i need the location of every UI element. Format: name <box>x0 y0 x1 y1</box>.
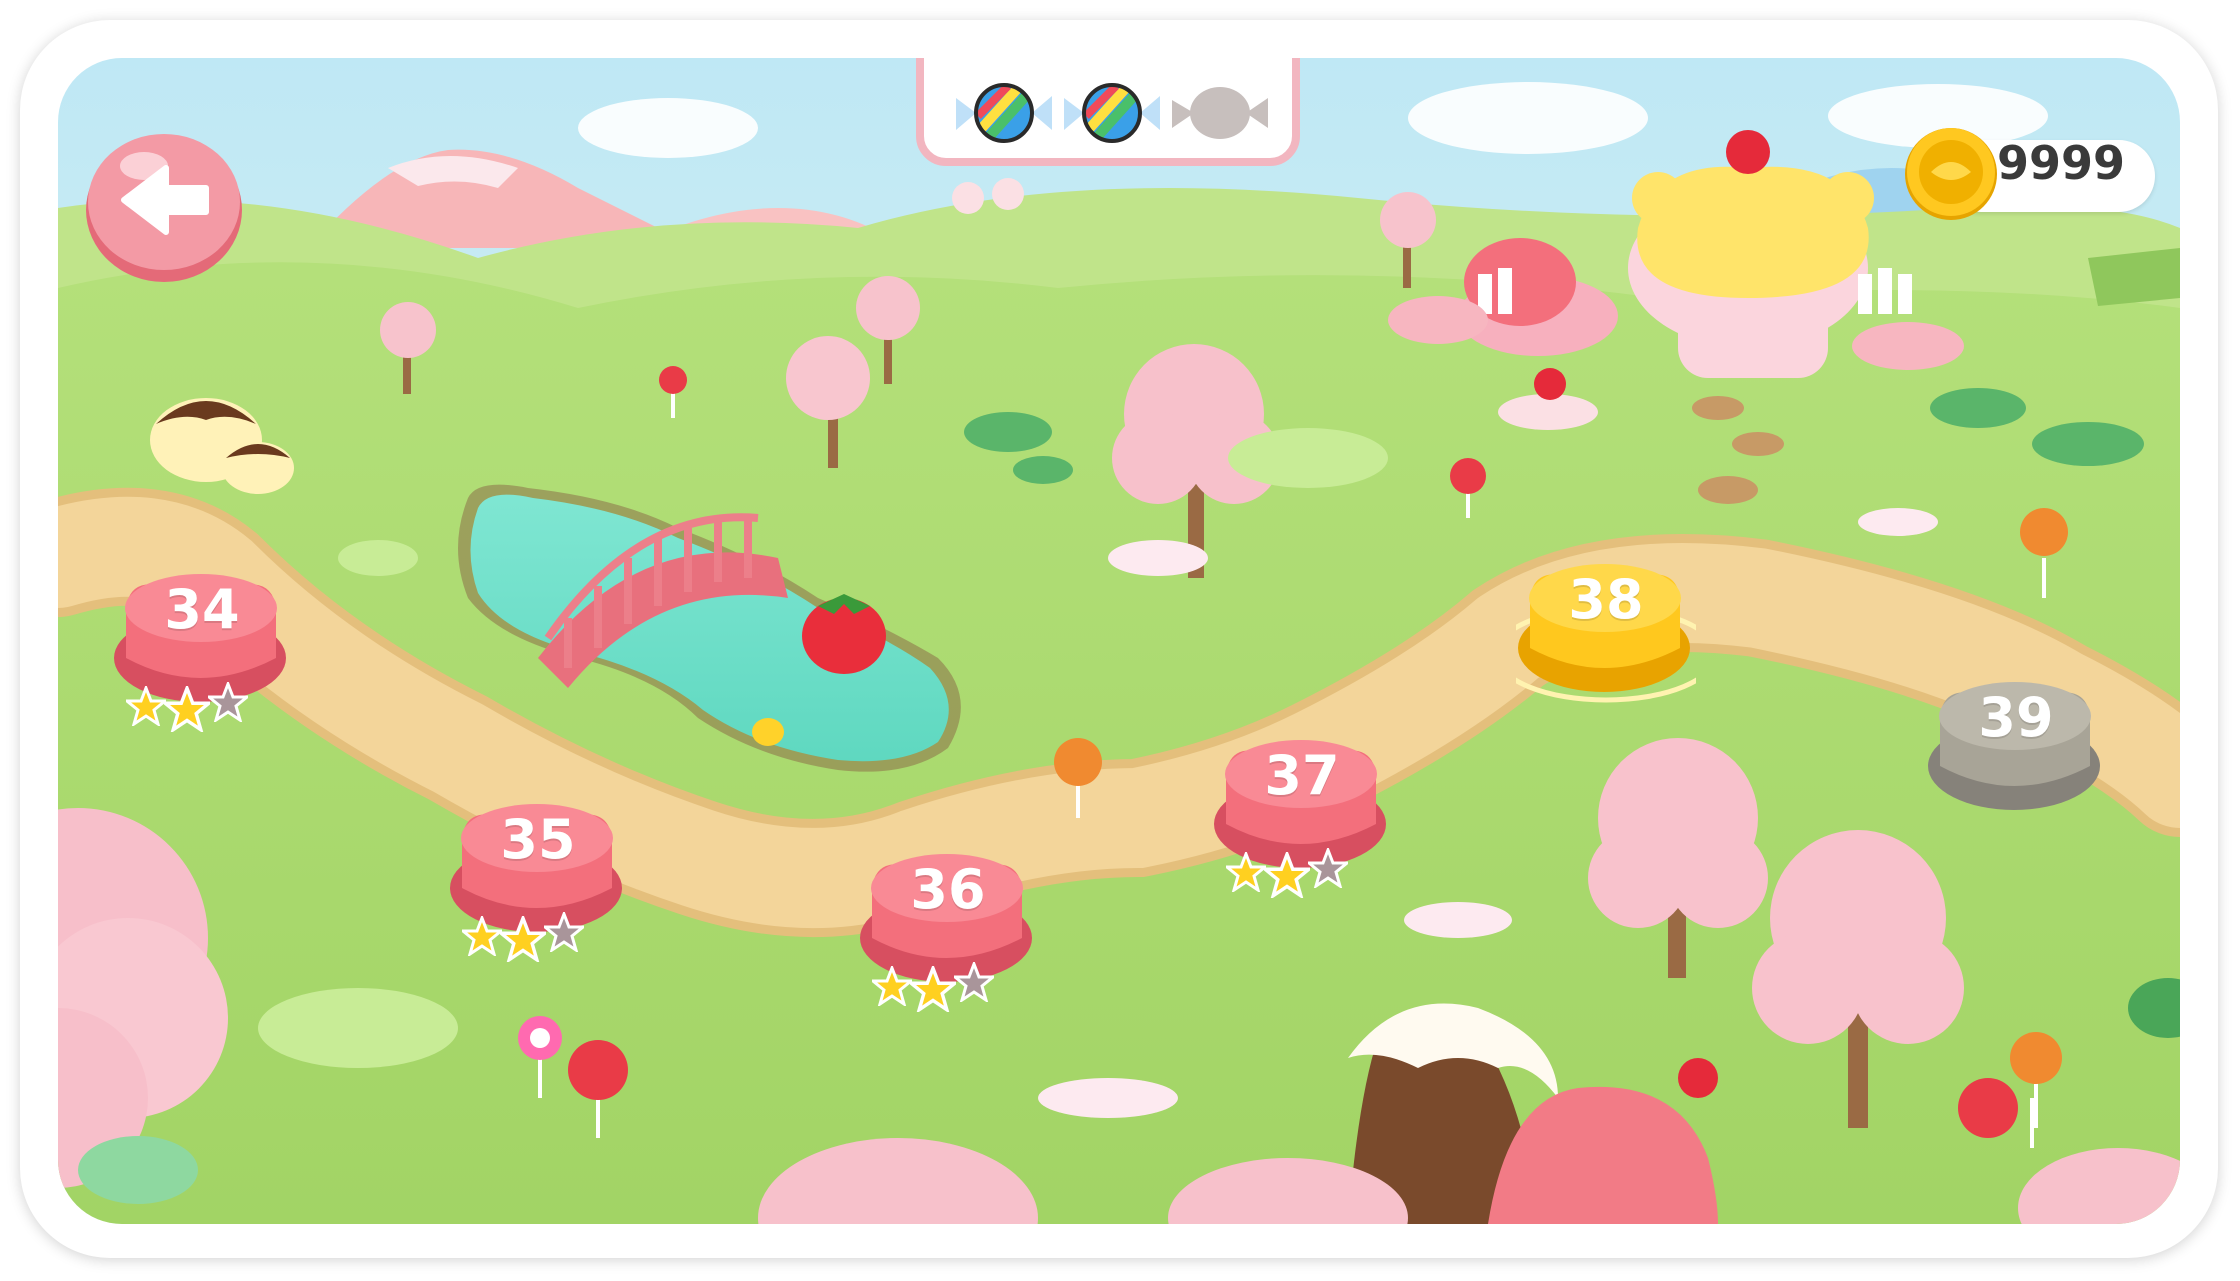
star-earned-icon <box>164 686 210 732</box>
star-earned-icon <box>872 966 912 1006</box>
star-empty-icon <box>1308 848 1348 888</box>
rainbow-candy-icon <box>1064 83 1160 143</box>
level-number: 37 <box>1264 744 1340 807</box>
star-earned-icon <box>126 686 166 726</box>
star-earned-icon <box>910 966 956 1012</box>
level-node-35[interactable]: 35 <box>448 798 628 968</box>
level-number: 35 <box>500 808 576 871</box>
candy-collection-panel <box>916 58 1300 166</box>
level-number: 39 <box>1978 686 2054 749</box>
level-number: 38 <box>1568 568 1644 631</box>
star-rating <box>1226 846 1348 898</box>
star-earned-icon <box>1226 852 1266 892</box>
candy-silhouette-icon <box>1172 87 1268 139</box>
level-node-34[interactable]: 34 <box>112 568 292 738</box>
coin-count: 9999 <box>1996 136 2126 190</box>
star-earned-icon <box>462 916 502 956</box>
star-empty-icon <box>954 962 994 1002</box>
level-number: 36 <box>910 858 986 921</box>
level-node-36[interactable]: 36 <box>858 848 1038 1018</box>
level-node-37[interactable]: 37 <box>1212 734 1392 904</box>
level-number: 34 <box>164 578 240 641</box>
map-background <box>58 58 2180 1224</box>
level-node-38[interactable]: 38 <box>1516 558 1696 728</box>
star-rating <box>462 910 584 962</box>
star-earned-icon <box>500 916 546 962</box>
level-node-39[interactable]: 39 <box>1926 676 2106 846</box>
rainbow-candy-icon <box>956 83 1052 143</box>
coin-counter: 9999 <box>1901 122 2161 222</box>
star-rating <box>872 960 994 1012</box>
game-viewport: 34 35 36 37 38 39 9999 <box>58 58 2180 1224</box>
star-empty-icon <box>208 682 248 722</box>
star-earned-icon <box>1264 852 1310 898</box>
star-rating <box>126 680 248 732</box>
star-empty-icon <box>544 912 584 952</box>
arrow-left-icon <box>86 134 242 282</box>
back-button[interactable] <box>84 126 246 284</box>
